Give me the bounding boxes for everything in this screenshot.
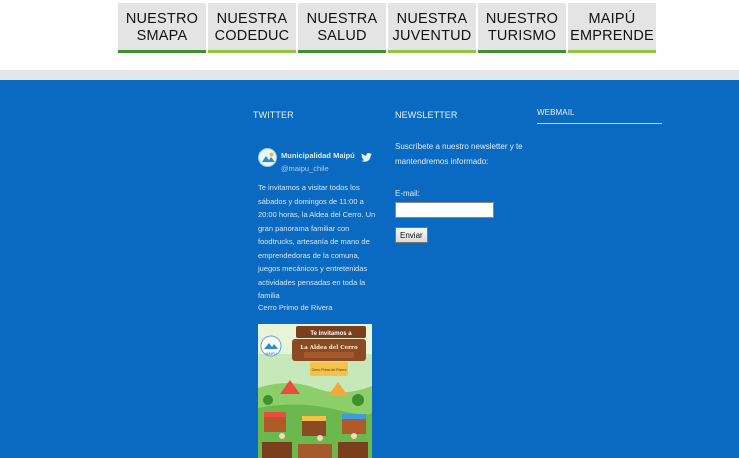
email-label: E-mail: — [395, 189, 420, 198]
nav-tab-line1: NUESTRO — [125, 11, 199, 27]
tweet-image[interactable]: MAIPÚ Te invitamos a La Aldea del Cerro … — [258, 324, 372, 458]
nav-tab-line2: SMAPA — [136, 28, 188, 44]
webmail-title[interactable]: WEBMAIL — [537, 108, 575, 117]
nav-tab-line1: NUESTRA — [216, 11, 288, 27]
divider-strip — [0, 70, 739, 80]
nav-tab-turismo[interactable]: NUESTRO TURISMO — [478, 3, 566, 53]
nav-tab-smapa[interactable]: NUESTRO SMAPA — [118, 3, 206, 53]
nav-tab-line1: NUESTRA — [306, 11, 378, 27]
image-title-text: La Aldea del Cerro — [300, 345, 358, 351]
webmail-divider — [537, 123, 662, 124]
tweet-place[interactable]: Cerro Primo de Rivera — [258, 303, 333, 312]
tweet-text: Te invitamos a visitar todos los sábados… — [258, 183, 376, 300]
newsletter-title: NEWSLETTER — [395, 110, 458, 120]
nav-tab-line2: TURISMO — [487, 28, 557, 44]
footer: TWITTER Municipalidad Maipú @maipu_chile… — [0, 80, 739, 458]
twitter-title: TWITTER — [253, 110, 294, 120]
nav-tab-codeduc[interactable]: NUESTRA CODEDUC — [208, 3, 296, 53]
nav-tab-line2: SALUD — [317, 28, 367, 44]
nav-tab-line1: NUESTRO — [485, 11, 559, 27]
avatar[interactable] — [258, 148, 277, 167]
image-banner-text: Te invitamos a — [310, 331, 352, 337]
nav-tab-line2: EMPRENDE — [570, 28, 654, 44]
nav-tab-emprende[interactable]: MAIPÚ EMPRENDE — [568, 3, 656, 53]
image-sign-text: Cerro Primo de Rivera — [312, 368, 347, 372]
tweet-account-name[interactable]: Municipalidad Maipú — [281, 151, 355, 160]
tweet-image-illustration: MAIPÚ Te invitamos a La Aldea del Cerro … — [258, 324, 372, 458]
email-field[interactable] — [395, 202, 494, 218]
submit-button[interactable]: Enviar — [395, 227, 428, 243]
nav-tab-line2: CODEDUC — [214, 28, 290, 44]
nav-tab-juventud[interactable]: NUESTRA JUVENTUD — [388, 3, 476, 53]
image-logo-text: MAIPÚ — [265, 352, 277, 356]
newsletter-description: Suscríbete a nuestro newsletter y te man… — [395, 142, 523, 166]
nav-tab-salud[interactable]: NUESTRA SALUD — [298, 3, 386, 53]
top-nav: NUESTRO SMAPA NUESTRA CODEDUC NUESTRA SA… — [118, 3, 656, 53]
tweet-header: Municipalidad Maipú @maipu_chile — [258, 148, 376, 178]
nav-tab-line2: JUVENTUD — [392, 28, 472, 44]
tweet-handle[interactable]: @maipu_chile — [281, 164, 329, 173]
twitter-bird-icon[interactable] — [361, 149, 372, 167]
nav-tab-line1: MAIPÚ — [588, 11, 636, 27]
nav-tab-line1: NUESTRA — [396, 11, 468, 27]
